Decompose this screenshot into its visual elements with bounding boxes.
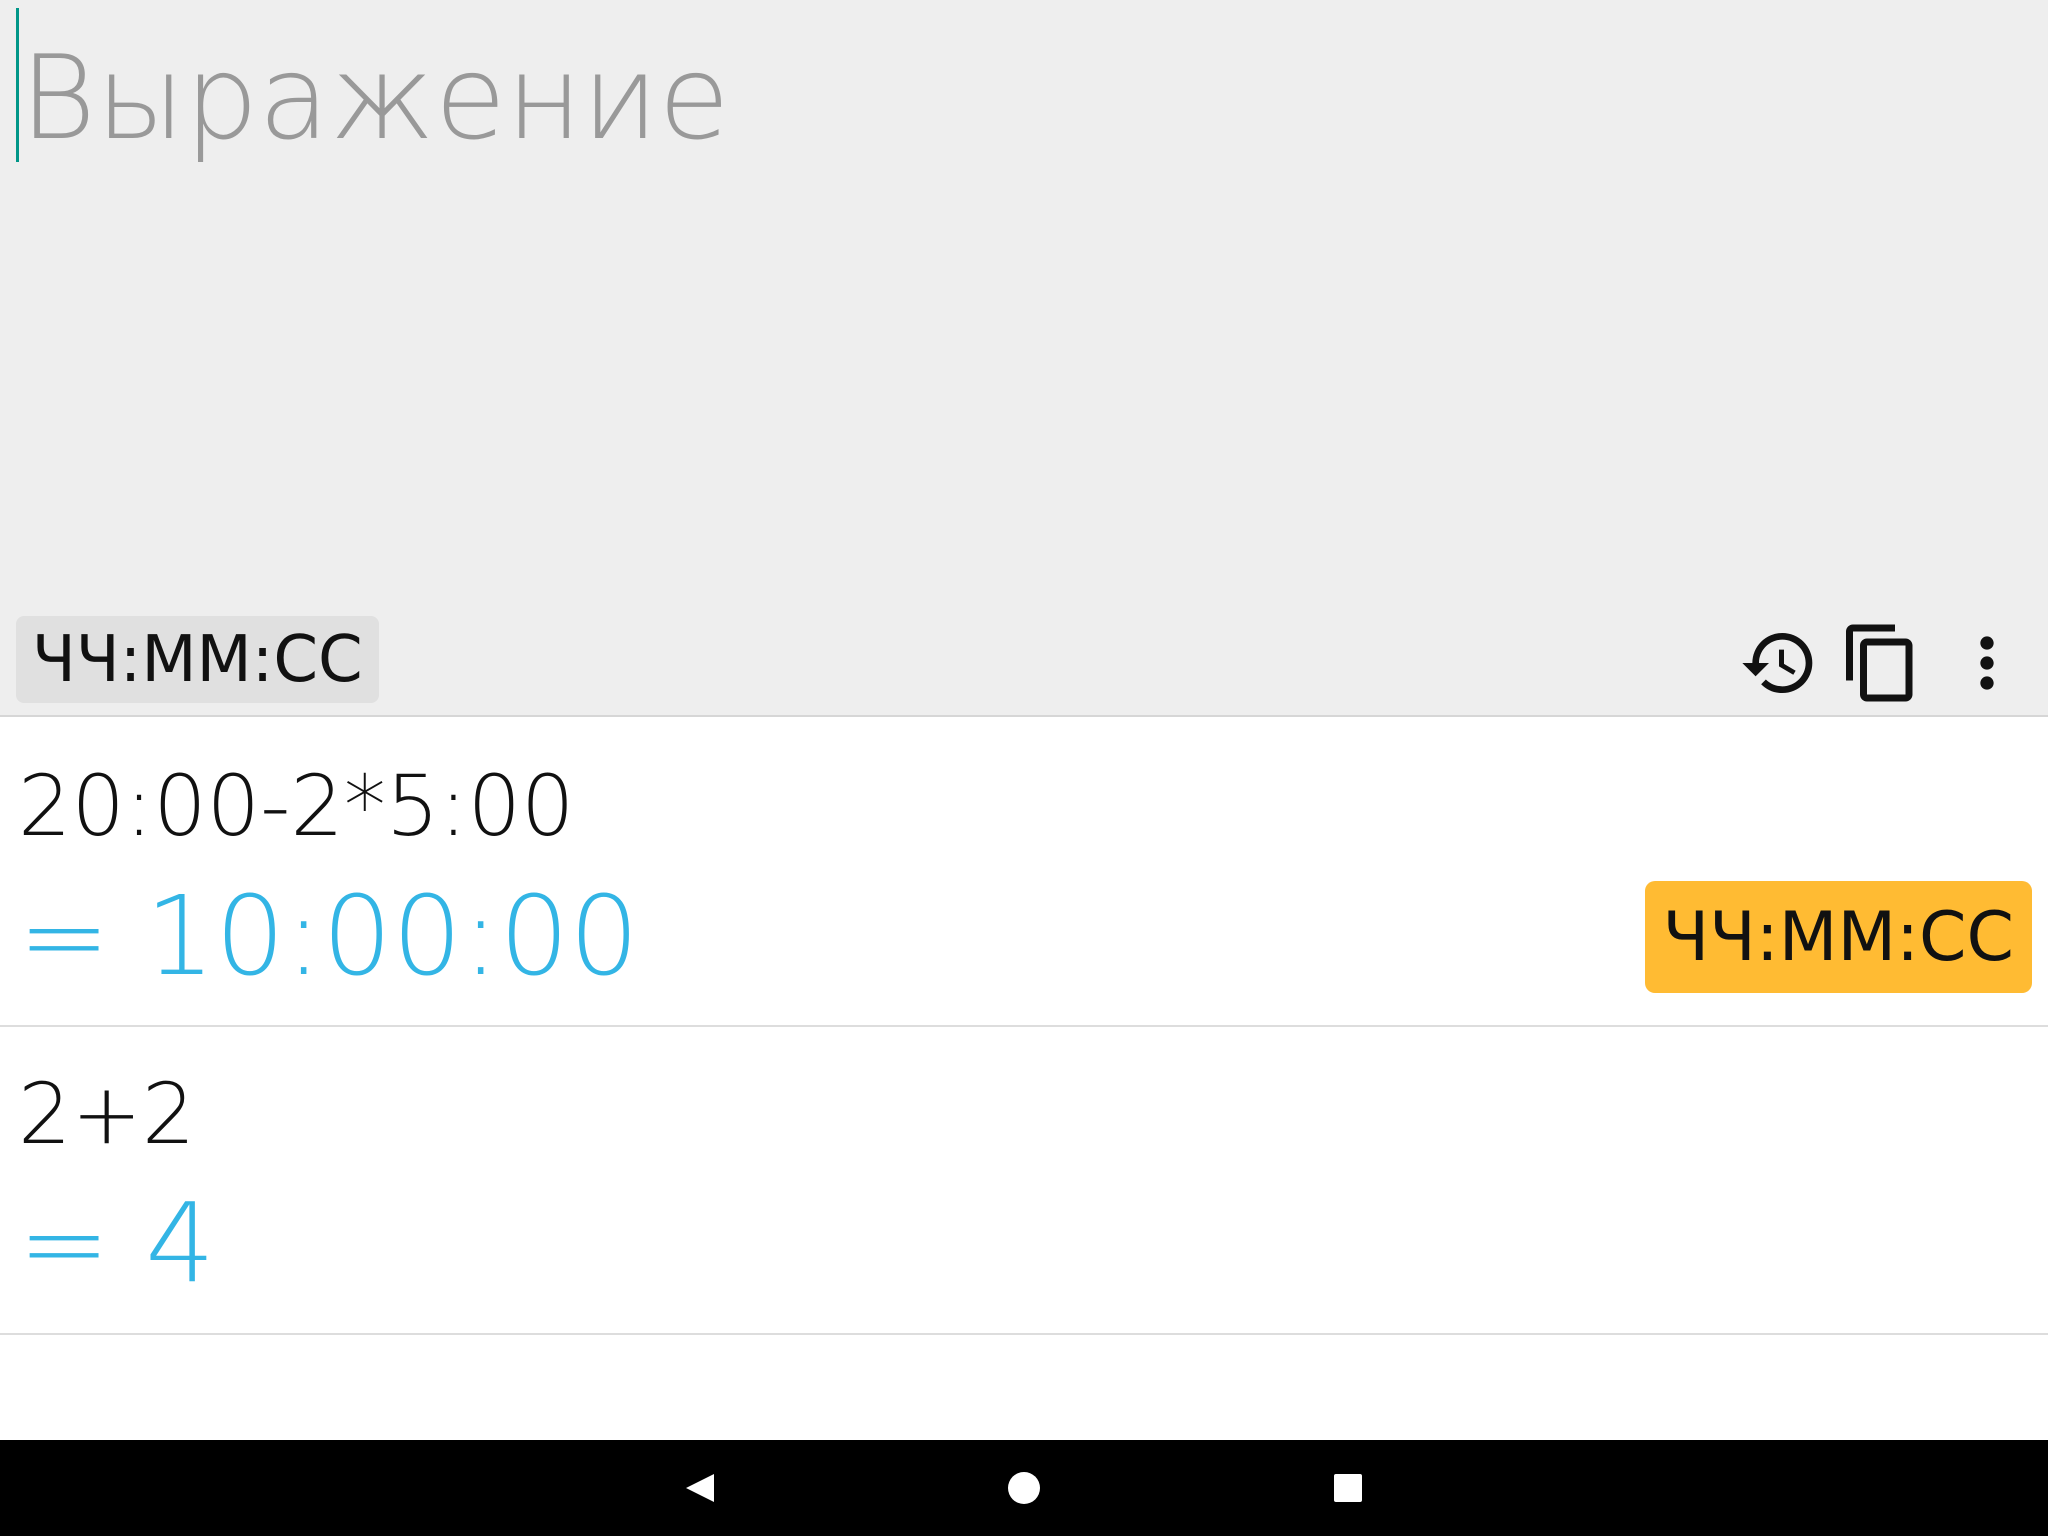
- result-format-chip[interactable]: ЧЧ:ММ:СС: [1644, 881, 2032, 993]
- expression-input[interactable]: [20, 18, 2000, 178]
- recents-icon[interactable]: [1318, 1458, 1378, 1518]
- format-chip[interactable]: ЧЧ:ММ:СС: [16, 616, 379, 703]
- history-item[interactable]: 20:00-2*5:00 = 10:00:00 ЧЧ:ММ:СС: [0, 717, 2048, 1027]
- system-nav-bar: [0, 1440, 2048, 1536]
- history-item[interactable]: 2+2 = 4: [0, 1027, 2048, 1335]
- text-cursor: [16, 8, 19, 162]
- copy-icon[interactable]: [1836, 618, 1926, 708]
- history-result: = 4: [18, 1179, 216, 1307]
- history-result: = 10:00:00: [18, 872, 640, 1000]
- calculator-app: ЧЧ:ММ:СС 20:00-2*5:00 = 10:00:00 ЧЧ:ММ:С…: [0, 0, 2048, 1536]
- back-icon[interactable]: [670, 1458, 730, 1518]
- input-panel: ЧЧ:ММ:СС: [0, 0, 2048, 717]
- history-expression: 2+2: [18, 1065, 196, 1163]
- more-vert-icon[interactable]: [1942, 618, 2032, 708]
- home-icon[interactable]: [994, 1458, 1054, 1518]
- history-icon[interactable]: [1734, 618, 1824, 708]
- history-expression: 20:00-2*5:00: [18, 757, 575, 855]
